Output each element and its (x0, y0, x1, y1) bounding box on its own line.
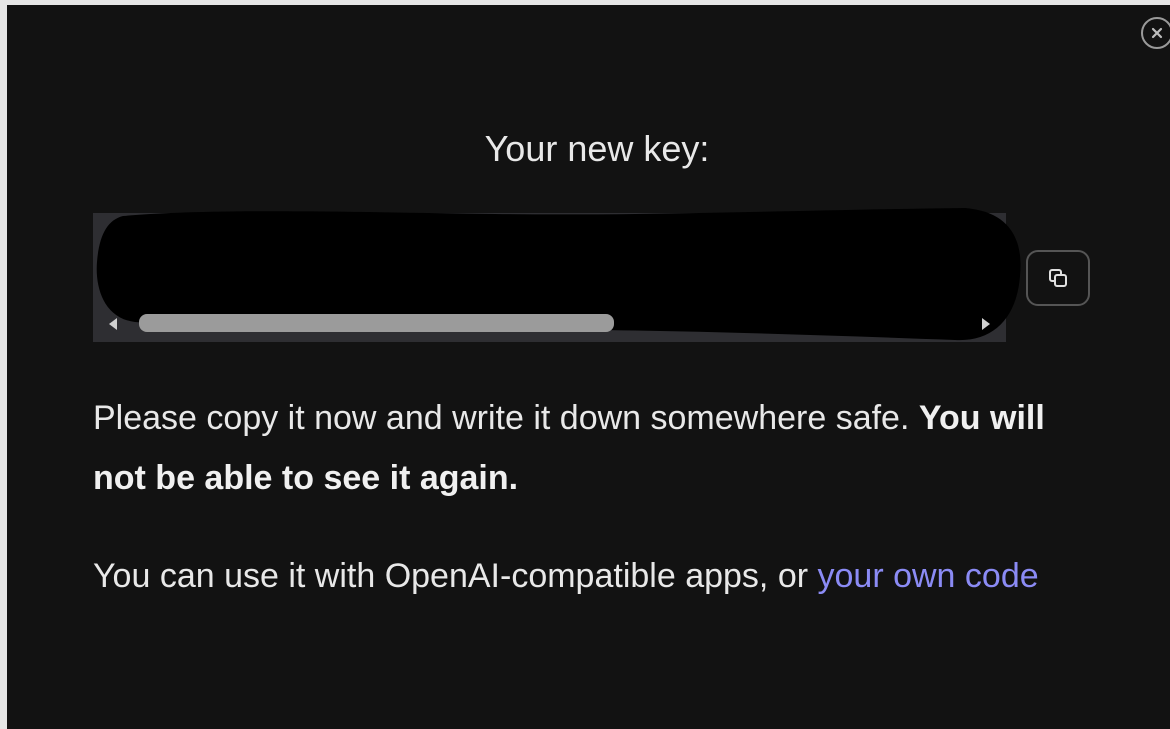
own-code-link[interactable]: your own code (818, 557, 1039, 595)
arrow-left-icon (109, 318, 117, 330)
copy-icon (1049, 269, 1067, 287)
key-scrollbar[interactable] (93, 312, 1006, 336)
close-button[interactable] (1141, 17, 1170, 49)
warning-message: Please copy it now and write it down som… (93, 388, 1083, 508)
copy-button[interactable] (1026, 250, 1090, 306)
usage-text: You can use it with OpenAI-compatible ap… (93, 557, 818, 595)
dialog-title: Your new key: (484, 128, 710, 169)
api-key-value[interactable] (93, 213, 1006, 313)
scroll-thumb[interactable] (139, 314, 614, 332)
scroll-left-button[interactable] (99, 312, 127, 336)
scroll-right-button[interactable] (972, 312, 1000, 336)
new-key-dialog: Your new key: Please copy it now and wri… (7, 5, 1170, 729)
arrow-right-icon (982, 318, 990, 330)
usage-message: You can use it with OpenAI-compatible ap… (93, 547, 1083, 605)
screen: Your new key: Please copy it now and wri… (0, 0, 1170, 729)
warning-text: Please copy it now and write it down som… (93, 399, 919, 437)
close-icon (1151, 27, 1163, 39)
